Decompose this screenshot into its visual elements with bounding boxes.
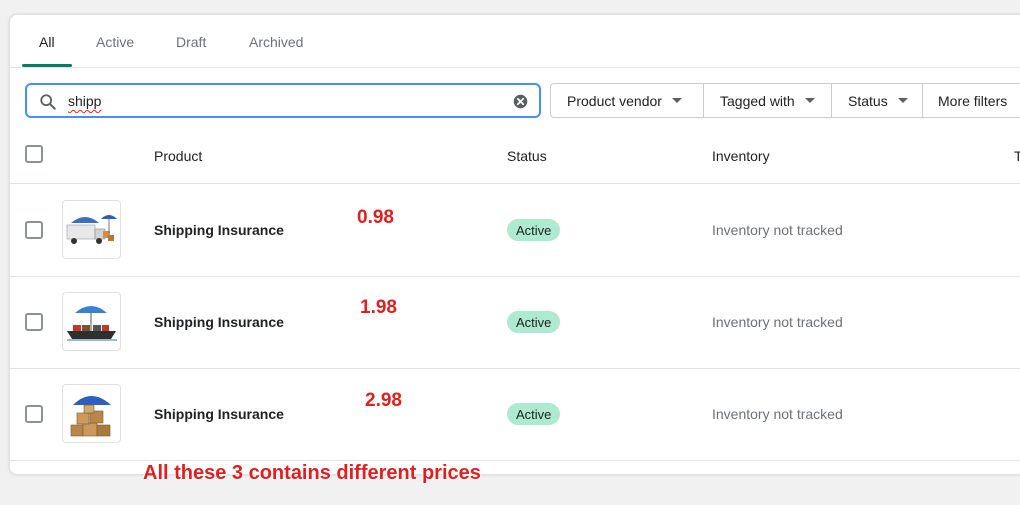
product-name[interactable]: Shipping Insurance xyxy=(154,222,284,238)
price-annotation: 0.98 xyxy=(357,207,394,228)
search-icon xyxy=(40,94,56,110)
column-header-status[interactable]: Status xyxy=(507,148,547,164)
price-annotation: 2.98 xyxy=(365,390,402,411)
status-filter-button[interactable]: Status xyxy=(831,83,923,118)
tab-active[interactable]: Active xyxy=(96,34,134,50)
caret-down-icon xyxy=(804,98,815,103)
ship-umbrella-image xyxy=(67,306,117,341)
more-filters-button[interactable]: More filters xyxy=(922,83,1020,118)
status-badge: Active xyxy=(507,311,561,333)
row-checkbox[interactable] xyxy=(25,221,43,239)
table-row[interactable]: Shipping Insurance Active Inventory not … xyxy=(10,368,1020,461)
truck-umbrella-image xyxy=(66,215,117,244)
column-header-product[interactable]: Product xyxy=(154,148,202,164)
product-thumbnail[interactable] xyxy=(62,384,121,443)
tab-archived[interactable]: Archived xyxy=(249,34,303,50)
inventory-status: Inventory not tracked xyxy=(712,406,843,422)
filter-buttons: Product vendor Tagged with Status More f… xyxy=(550,83,1020,118)
product-vendor-label: Product vendor xyxy=(567,92,662,109)
selected-tab-indicator xyxy=(22,64,72,67)
tagged-with-label: Tagged with xyxy=(720,92,795,109)
row-checkbox[interactable] xyxy=(25,405,43,423)
status-badge: Active xyxy=(507,219,561,241)
tab-draft[interactable]: Draft xyxy=(176,34,206,50)
product-vendor-filter-button[interactable]: Product vendor xyxy=(550,83,704,118)
select-all-checkbox[interactable] xyxy=(25,145,43,163)
caret-down-icon xyxy=(671,98,682,103)
annotation-note: All these 3 contains different prices xyxy=(143,462,481,484)
column-header-inventory[interactable]: Inventory xyxy=(712,148,770,164)
caret-down-icon xyxy=(897,98,908,103)
tagged-with-filter-button[interactable]: Tagged with xyxy=(703,83,832,118)
boxes-umbrella-image xyxy=(70,396,111,437)
product-name[interactable]: Shipping Insurance xyxy=(154,406,284,422)
table-row[interactable]: Shipping Insurance Active Inventory not … xyxy=(10,276,1020,369)
tab-all[interactable]: All xyxy=(39,34,55,50)
status-badge: Active xyxy=(507,403,561,425)
product-name[interactable]: Shipping Insurance xyxy=(154,314,284,330)
row-checkbox[interactable] xyxy=(25,313,43,331)
products-card: All Active Draft Archived shipp Product … xyxy=(9,14,1020,475)
search-query[interactable]: shipp xyxy=(68,93,101,109)
inventory-status: Inventory not tracked xyxy=(712,222,843,238)
search-input[interactable]: shipp xyxy=(25,83,541,118)
inventory-status: Inventory not tracked xyxy=(712,314,843,330)
table-header: Product Status Inventory T xyxy=(10,133,1020,184)
more-filters-label: More filters xyxy=(938,92,1008,109)
price-annotation: 1.98 xyxy=(360,297,397,318)
status-filter-label: Status xyxy=(848,92,888,109)
column-header-type[interactable]: T xyxy=(1014,148,1020,164)
product-thumbnail[interactable] xyxy=(62,200,121,259)
tab-bar: All Active Draft Archived xyxy=(10,15,1020,68)
table-row[interactable]: Shipping Insurance Active Inventory not … xyxy=(10,184,1020,277)
product-thumbnail[interactable] xyxy=(62,292,121,351)
clear-search-icon[interactable] xyxy=(512,93,529,110)
